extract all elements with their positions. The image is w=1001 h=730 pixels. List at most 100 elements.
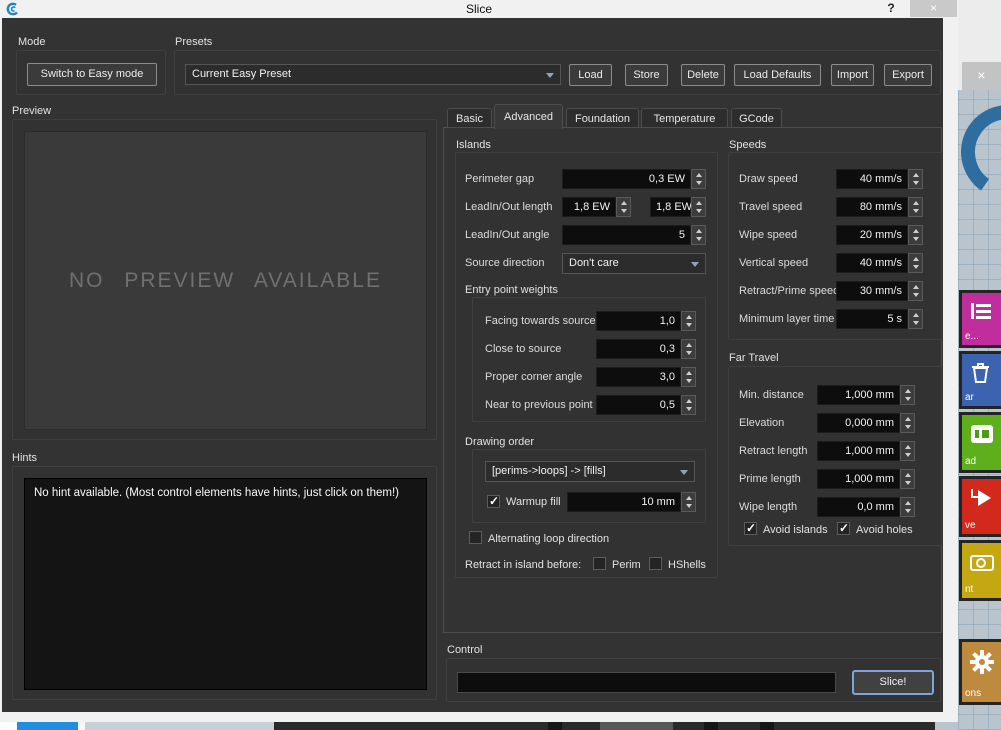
retract-perim-checkbox[interactable] (593, 557, 606, 570)
retract-prime-speed-input[interactable]: 30 mm/s (836, 281, 908, 301)
dialog-titlebar[interactable]: Slice ? × (0, 0, 958, 18)
delete-button[interactable]: Delete (681, 64, 725, 86)
travel-speed-input[interactable]: 80 mm/s (836, 197, 908, 217)
toolbar-button-print[interactable]: nt (959, 540, 1001, 601)
bottom-strip-blue-button[interactable] (17, 722, 78, 730)
bottom-strip-button[interactable] (600, 722, 673, 730)
vertical-speed-input[interactable]: 40 mm/s (836, 253, 908, 273)
perimeter-gap-spinner[interactable] (691, 169, 706, 189)
draw-speed-spinner[interactable] (908, 169, 923, 189)
toolbar-button-options[interactable]: ons (959, 639, 1001, 705)
close-to-source-input[interactable]: 0,3 (596, 339, 681, 359)
prime-length-spinner[interactable] (900, 469, 915, 489)
import-button[interactable]: Import (831, 64, 874, 86)
travel-speed-label: Travel speed (739, 198, 802, 217)
retract-length-label: Retract length (739, 442, 807, 461)
switch-to-easy-mode-button[interactable]: Switch to Easy mode (27, 63, 157, 86)
minimum-layer-time-label: Minimum layer time (739, 310, 834, 329)
minimum-layer-time-spinner[interactable] (908, 309, 923, 329)
bottom-strip-gap (78, 722, 85, 730)
source-direction-dropdown[interactable]: Don't care (562, 253, 706, 274)
near-previous-point-input[interactable]: 0,5 (596, 395, 681, 415)
perimeter-gap-label: Perimeter gap (465, 170, 534, 189)
perimeter-gap-input[interactable]: 0,3 EW (562, 169, 691, 189)
toolbar-button-clear[interactable]: ar (959, 351, 1001, 409)
wipe-length-spinner[interactable] (900, 497, 915, 517)
toolbar-button-slice[interactable]: e... (959, 290, 1001, 348)
retract-hshells-checkbox[interactable] (649, 557, 662, 570)
warmup-fill-input[interactable]: 10 mm (567, 492, 681, 512)
preset-dropdown-value: Current Easy Preset (192, 68, 291, 80)
advanced-tab-panel: Islands Perimeter gap 0,3 EW LeadIn/Out … (443, 127, 942, 633)
tab-basic[interactable]: Basic (447, 108, 492, 129)
min-distance-input[interactable]: 1,000 mm (817, 385, 900, 405)
close-to-source-spinner[interactable] (681, 339, 696, 359)
toolbar-button-label: ad (965, 456, 976, 467)
alternating-loop-direction-checkbox[interactable] (469, 531, 482, 544)
preview-group-label: Preview (12, 105, 51, 117)
near-previous-point-spinner[interactable] (681, 395, 696, 415)
proper-corner-angle-input[interactable]: 3,0 (596, 367, 681, 387)
bottom-strip-box (704, 722, 718, 730)
travel-speed-spinner[interactable] (908, 197, 923, 217)
tab-temperature[interactable]: Temperature (641, 108, 728, 129)
leadout-length-spinner[interactable] (691, 197, 706, 217)
warmup-fill-checkbox[interactable] (487, 495, 500, 508)
wipe-speed-spinner[interactable] (908, 225, 923, 245)
load-button[interactable]: Load (569, 64, 612, 86)
export-button[interactable]: Export (884, 64, 932, 86)
facing-towards-source-spinner[interactable] (681, 311, 696, 331)
warmup-fill-spinner[interactable] (681, 492, 696, 512)
no-preview-text: NO PREVIEW AVAILABLE (69, 269, 382, 293)
wipe-length-input[interactable]: 0,0 mm (817, 497, 900, 517)
drawing-order-dropdown[interactable]: [perims->loops] -> [fills] (485, 461, 695, 482)
draw-speed-input[interactable]: 40 mm/s (836, 169, 908, 189)
preview-group: NO PREVIEW AVAILABLE (12, 119, 437, 440)
leadinout-angle-spinner[interactable] (691, 225, 706, 245)
leadinout-angle-input[interactable]: 5 (562, 225, 691, 245)
warmup-fill-label: Warmup fill (506, 495, 561, 509)
drawing-order-label: Drawing order (465, 436, 534, 448)
trash-icon (969, 361, 993, 385)
retract-in-island-label: Retract in island before: (465, 558, 581, 572)
elevation-spinner[interactable] (900, 413, 915, 433)
source-direction-value: Don't care (569, 257, 619, 269)
preset-dropdown[interactable]: Current Easy Preset (185, 64, 561, 85)
min-distance-spinner[interactable] (900, 385, 915, 405)
tab-advanced[interactable]: Advanced (494, 104, 563, 129)
islands-group: Perimeter gap 0,3 EW LeadIn/Out length 1… (455, 152, 718, 578)
control-group: Slice! (446, 658, 941, 702)
leadout-length-input[interactable]: 1,8 EW (650, 197, 691, 217)
store-button[interactable]: Store (625, 64, 668, 86)
toolbar-button-load[interactable]: ad (959, 412, 1001, 473)
help-button[interactable]: ? (882, 1, 900, 17)
facing-towards-source-input[interactable]: 1,0 (596, 311, 681, 331)
toolbar-button-label: nt (965, 584, 973, 595)
elevation-input[interactable]: 0,000 mm (817, 413, 900, 433)
load-icon (969, 422, 995, 446)
draw-speed-label: Draw speed (739, 170, 798, 189)
retract-prime-speed-spinner[interactable] (908, 281, 923, 301)
toolbar-button-save[interactable]: ve (959, 476, 1001, 537)
wipe-speed-input[interactable]: 20 mm/s (836, 225, 908, 245)
retract-length-spinner[interactable] (900, 441, 915, 461)
avoid-islands-checkbox[interactable] (744, 522, 757, 535)
alternating-loop-direction-label: Alternating loop direction (488, 532, 609, 546)
background-close-button[interactable]: × (962, 62, 1001, 90)
bottom-strip-white (0, 722, 17, 730)
slice-button[interactable]: Slice! (852, 670, 934, 695)
retract-length-input[interactable]: 1,000 mm (817, 441, 900, 461)
prime-length-input[interactable]: 1,000 mm (817, 469, 900, 489)
vertical-speed-spinner[interactable] (908, 253, 923, 273)
minimum-layer-time-input[interactable]: 5 s (836, 309, 908, 329)
camera-icon (969, 550, 995, 574)
proper-corner-angle-spinner[interactable] (681, 367, 696, 387)
tab-gcode[interactable]: GCode (731, 108, 782, 129)
close-button[interactable]: × (910, 0, 957, 17)
leadin-length-spinner[interactable] (616, 197, 631, 217)
load-defaults-button[interactable]: Load Defaults (734, 64, 821, 86)
avoid-holes-checkbox[interactable] (837, 522, 850, 535)
drawing-order-value: [perims->loops] -> [fills] (492, 465, 606, 477)
leadin-length-input[interactable]: 1,8 EW (562, 197, 616, 217)
tab-foundation[interactable]: Foundation (566, 108, 639, 129)
